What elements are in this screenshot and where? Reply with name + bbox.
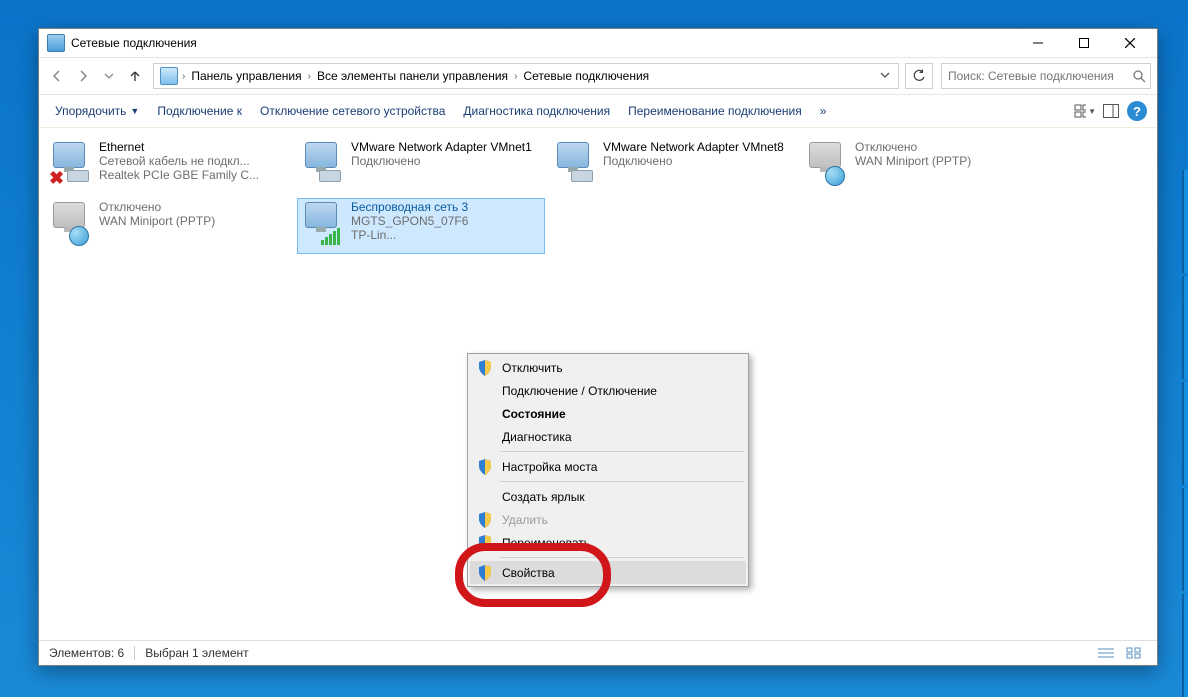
- connection-item-wifi[interactable]: Беспроводная сеть 3 MGTS_GPON5_07F6 TP-L…: [297, 198, 545, 254]
- menu-item-label: Состояние: [502, 407, 566, 421]
- window-buttons: [1015, 29, 1153, 57]
- menu-item-9[interactable]: Переименовать: [470, 531, 746, 554]
- connection-device: Realtek PCIe GBE Family C...: [99, 168, 289, 182]
- connection-status: Отключено: [99, 200, 289, 214]
- details-view-button[interactable]: [1093, 643, 1119, 663]
- more-commands-button[interactable]: »: [812, 100, 835, 122]
- connection-name: Беспроводная сеть 3: [351, 200, 541, 214]
- menu-item-0[interactable]: Отключить: [470, 356, 746, 379]
- close-button[interactable]: [1107, 29, 1153, 57]
- command-bar: Упорядочить▼ Подключение к Отключение се…: [39, 95, 1157, 128]
- network-adapter-icon: ✖: [49, 140, 93, 184]
- breadcrumb[interactable]: › Панель управления › Все элементы панел…: [153, 63, 899, 89]
- rename-button[interactable]: Переименование подключения: [620, 100, 810, 122]
- items-view[interactable]: ✖ Ethernet Сетевой кабель не подкл... Re…: [43, 136, 1153, 256]
- uac-shield-icon: [478, 535, 492, 551]
- connection-status: Сетевой кабель не подкл...: [99, 154, 289, 168]
- menu-item-label: Подключение / Отключение: [502, 384, 657, 398]
- recent-locations-button[interactable]: [97, 64, 121, 88]
- view-options-button[interactable]: ▼: [1073, 99, 1097, 123]
- menu-item-label: Настройка моста: [502, 460, 597, 474]
- uac-shield-icon: [478, 459, 492, 475]
- connection-item-vmnet1[interactable]: VMware Network Adapter VMnet1 Подключено: [297, 138, 545, 194]
- preview-pane-button[interactable]: [1099, 99, 1123, 123]
- connect-to-button[interactable]: Подключение к: [149, 100, 250, 122]
- status-bar: Элементов: 6 Выбран 1 элемент: [39, 640, 1157, 665]
- breadcrumb-icon: [160, 67, 178, 85]
- desktop-edge-tiles: [1182, 170, 1188, 697]
- disable-device-button[interactable]: Отключение сетевого устройства: [252, 100, 453, 122]
- menu-item-label: Переименовать: [502, 536, 590, 550]
- breadcrumb-item-2[interactable]: Сетевые подключения: [517, 64, 655, 88]
- network-connections-window: Сетевые подключения ›: [38, 28, 1158, 666]
- connection-device: WAN Miniport (PPTP): [855, 154, 1045, 168]
- uac-shield-icon: [478, 360, 492, 376]
- large-icons-view-button[interactable]: [1121, 643, 1147, 663]
- content-area: ✖ Ethernet Сетевой кабель не подкл... Re…: [39, 128, 1157, 640]
- help-button[interactable]: ?: [1125, 99, 1149, 123]
- menu-item-label: Удалить: [502, 513, 548, 527]
- menu-item-label: Создать ярлык: [502, 490, 585, 504]
- breadcrumb-item-0[interactable]: Панель управления: [185, 64, 307, 88]
- network-adapter-icon: [553, 140, 597, 184]
- menu-item-5[interactable]: Настройка моста: [470, 455, 746, 478]
- connection-item-ethernet[interactable]: ✖ Ethernet Сетевой кабель не подкл... Re…: [45, 138, 293, 194]
- back-button[interactable]: [45, 64, 69, 88]
- minimize-button[interactable]: [1015, 29, 1061, 57]
- organize-button[interactable]: Упорядочить▼: [47, 100, 147, 122]
- connection-name: VMware Network Adapter VMnet1: [351, 140, 541, 154]
- context-menu: Отключить Подключение / Отключение Состоян…: [467, 353, 749, 587]
- connection-item-vmnet8[interactable]: VMware Network Adapter VMnet8 Подключено: [549, 138, 797, 194]
- menu-separator: [500, 451, 744, 452]
- search-box[interactable]: [941, 63, 1151, 89]
- menu-item-label: Диагностика: [502, 430, 572, 444]
- connection-item-wan-1[interactable]: Отключено WAN Miniport (PPTP): [801, 138, 1049, 194]
- connection-name: VMware Network Adapter VMnet8: [603, 140, 793, 154]
- maximize-button[interactable]: [1061, 29, 1107, 57]
- window-title: Сетевые подключения: [71, 36, 1015, 50]
- connection-status: Подключено: [603, 154, 793, 168]
- status-count: Элементов: 6: [49, 646, 124, 660]
- connection-ssid: MGTS_GPON5_07F6: [351, 214, 541, 228]
- status-selected: Выбран 1 элемент: [145, 646, 248, 660]
- menu-item-3[interactable]: Диагностика: [470, 425, 746, 448]
- connection-item-wan-2[interactable]: Отключено WAN Miniport (PPTP): [45, 198, 293, 254]
- menu-item-7[interactable]: Создать ярлык: [470, 485, 746, 508]
- menu-item-2[interactable]: Состояние: [470, 402, 746, 425]
- menu-item-11[interactable]: Свойства: [470, 561, 746, 584]
- network-adapter-icon: [301, 140, 345, 184]
- up-button[interactable]: [123, 64, 147, 88]
- connection-status: Отключено: [855, 140, 1045, 154]
- wifi-signal-icon: [321, 228, 340, 245]
- app-icon: [47, 34, 65, 52]
- connection-status: Подключено: [351, 154, 541, 168]
- address-dropdown-button[interactable]: [874, 69, 896, 83]
- network-adapter-icon: [301, 200, 345, 244]
- diagnose-button[interactable]: Диагностика подключения: [455, 100, 618, 122]
- menu-item-8: Удалить: [470, 508, 746, 531]
- refresh-button[interactable]: [905, 63, 933, 89]
- menu-separator: [500, 557, 744, 558]
- network-adapter-icon: [805, 140, 849, 184]
- titlebar: Сетевые подключения: [39, 29, 1157, 58]
- forward-button[interactable]: [71, 64, 95, 88]
- network-adapter-icon: [49, 200, 93, 244]
- uac-shield-icon: [478, 512, 492, 528]
- menu-item-label: Отключить: [502, 361, 563, 375]
- search-icon: [1132, 69, 1146, 83]
- search-input[interactable]: [946, 68, 1128, 84]
- connection-device: TP-Lin...: [351, 228, 541, 242]
- menu-separator: [500, 481, 744, 482]
- menu-item-label: Свойства: [502, 566, 555, 580]
- nav-row: › Панель управления › Все элементы панел…: [39, 58, 1157, 95]
- menu-item-1[interactable]: Подключение / Отключение: [470, 379, 746, 402]
- uac-shield-icon: [478, 565, 492, 581]
- connection-device: WAN Miniport (PPTP): [99, 214, 289, 228]
- breadcrumb-item-1[interactable]: Все элементы панели управления: [311, 64, 514, 88]
- connection-name: Ethernet: [99, 140, 289, 154]
